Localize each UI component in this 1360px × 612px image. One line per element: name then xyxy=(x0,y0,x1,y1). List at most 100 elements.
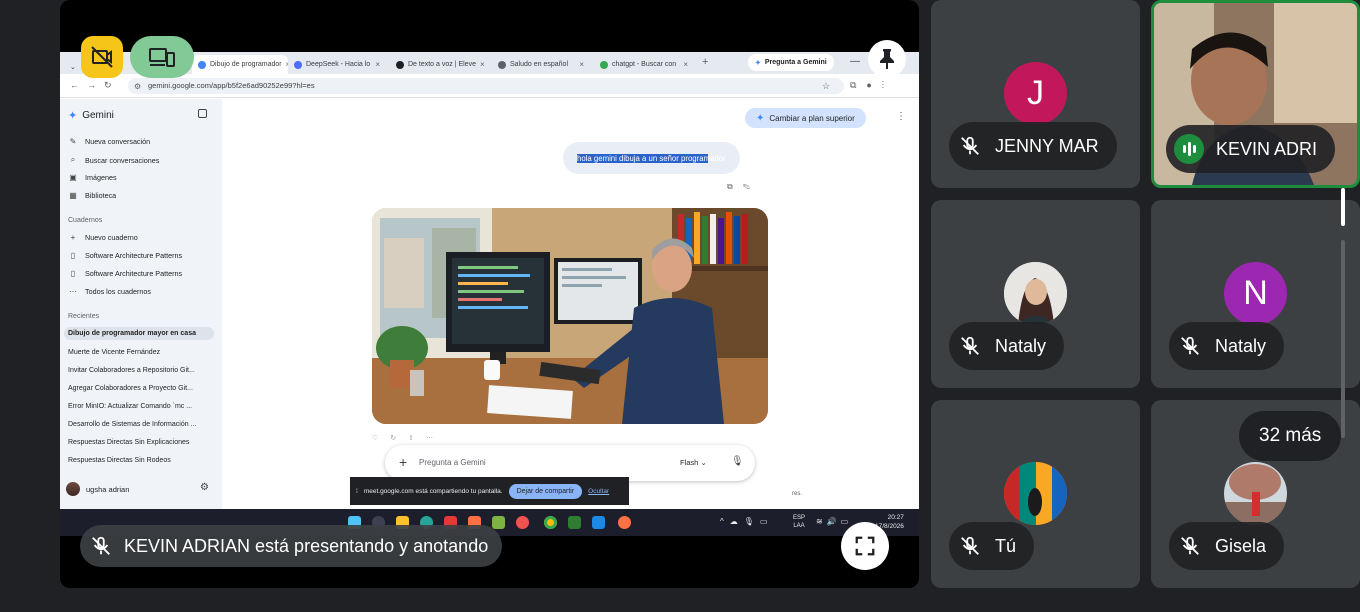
close-icon[interactable]: × xyxy=(480,60,485,69)
drag-handle-icon[interactable]: ⁞ xyxy=(356,488,358,495)
tab-label: De texto a voz | Eleve xyxy=(408,61,476,68)
app-icon[interactable] xyxy=(492,516,505,529)
avatar: J xyxy=(1004,62,1067,125)
google-favicon-icon xyxy=(600,60,608,69)
search-icon: ⌕ xyxy=(70,155,76,164)
gemini-brand-label: Gemini xyxy=(82,110,114,121)
avatar xyxy=(1004,462,1067,525)
model-label: Flash xyxy=(680,458,699,467)
tab-chatgpt-search[interactable]: chatgpt - Buscar con × xyxy=(594,55,694,74)
annotation-off-button[interactable] xyxy=(81,36,123,78)
recent-chat-item[interactable]: Invitar Colaboradores a Repositorio Git.… xyxy=(68,367,195,374)
sidebar-item-label: Nuevo cuaderno xyxy=(85,233,138,242)
disclaimer-text: res. xyxy=(792,491,803,497)
tab-label: Saludo en español xyxy=(510,61,568,68)
app-icon[interactable] xyxy=(618,516,631,529)
mic-off-icon xyxy=(957,533,983,559)
prompt-placeholder[interactable]: Pregunta a Gemini xyxy=(419,458,486,467)
url-field[interactable]: gemini.google.com/app/b5f2e6ad90252e99?h… xyxy=(128,78,844,94)
participant-tile-nataly-2[interactable]: N Nataly xyxy=(1151,200,1360,388)
language-indicator[interactable]: ESP LAA xyxy=(793,514,805,530)
vscode-icon[interactable] xyxy=(592,516,605,529)
participant-name-pill: Nataly xyxy=(1169,322,1285,370)
user-prompt-bubble[interactable]: hola gemini dibuja a un señor programado… xyxy=(563,142,740,174)
sidebar-item-notebook[interactable]: ▯ Software Architecture Patterns xyxy=(68,251,182,260)
sparkle-icon: ✦ xyxy=(756,112,765,124)
devices-button[interactable] xyxy=(130,36,194,78)
recent-chat-item[interactable]: Desarrollo de Sistemas de Información ..… xyxy=(68,421,196,428)
copy-edit-icon[interactable]: ⧉✎ xyxy=(727,182,760,192)
pin-button[interactable] xyxy=(868,40,906,78)
participant-tile-kevin[interactable]: KEVIN ADRI xyxy=(1151,0,1360,188)
sidebar-item-notebook[interactable]: ▯ Software Architecture Patterns xyxy=(68,269,182,278)
close-icon[interactable]: × xyxy=(683,60,688,69)
sidebar-user[interactable]: ugsha adrian xyxy=(66,482,129,496)
participant-name-pill: KEVIN ADRI xyxy=(1166,125,1336,173)
presenting-text: KEVIN ADRIAN está presentando y anotando xyxy=(124,535,489,556)
close-icon[interactable]: × xyxy=(375,60,380,69)
participant-tile-you[interactable]: Tú xyxy=(931,400,1140,588)
sidebar-item-new-chat[interactable]: ✎ Nueva conversación xyxy=(68,137,150,146)
recent-chat-item[interactable]: Respuestas Directas Sin Rodeos xyxy=(68,457,171,464)
nav-buttons-icon[interactable]: ←→↻ xyxy=(70,80,120,91)
tab-saludo[interactable]: Saludo en español × xyxy=(492,55,590,74)
system-tray-icon[interactable]: ^☁🎙▭ xyxy=(720,517,773,526)
recent-chat-item[interactable]: Error MinIO: Actualizar Comando `mc ... xyxy=(68,403,192,410)
user-prompt-text[interactable]: hola gemini dibuja a un señor programado… xyxy=(577,153,726,163)
clock-time: 20:27 xyxy=(887,514,904,521)
gear-icon[interactable]: ⚙ xyxy=(200,482,209,493)
fullscreen-button[interactable] xyxy=(841,522,889,570)
gemini-logo[interactable]: ✦ Gemini xyxy=(68,109,114,122)
no-camera-icon xyxy=(91,46,113,68)
shared-screen: ⌄ Dibujo de programador × DeepSeek - Hac… xyxy=(60,52,919,536)
generated-programmer-image[interactable] xyxy=(372,208,768,424)
participant-tile-jenny[interactable]: J JENNY MAR xyxy=(931,0,1140,188)
sidebar-item-new-notebook[interactable]: + Nuevo cuaderno xyxy=(68,233,138,242)
sidebar-toggle-icon[interactable] xyxy=(198,109,207,118)
sidebar-item-images[interactable]: ▣ Imágenes xyxy=(68,173,117,182)
presentation-tile[interactable]: ⌄ Dibujo de programador × DeepSeek - Hac… xyxy=(60,0,919,588)
sidebar-item-all-notebooks[interactable]: ⋯ Todos los cuadernos xyxy=(68,287,151,296)
response-actions-icon[interactable]: ♡↻⇪⋯ xyxy=(372,434,445,442)
plus-icon[interactable]: + xyxy=(399,454,407,470)
extensions-icon[interactable]: ⧉●⋮ xyxy=(850,80,894,91)
microphone-icon[interactable]: 🎙 xyxy=(731,456,744,467)
recent-chat-item[interactable]: Dibujo de programador mayor en casa xyxy=(64,327,214,340)
participant-tile-nataly[interactable]: Nataly xyxy=(931,200,1140,388)
close-icon[interactable]: × xyxy=(579,60,584,69)
sidebar-item-library[interactable]: ▦ Biblioteca xyxy=(68,191,116,200)
deepseek-favicon-icon xyxy=(294,60,302,69)
tab-elevenlabs[interactable]: De texto a voz | Eleve × xyxy=(390,55,488,74)
site-info-icon[interactable]: ⚙ xyxy=(134,82,141,91)
tab-deepseek[interactable]: DeepSeek - Hacia lo × xyxy=(288,55,386,74)
participants-scrollbar[interactable] xyxy=(1341,188,1345,438)
recent-chat-item[interactable]: Muerte de Vicente Fernández xyxy=(68,349,160,356)
recents-heading: Recientes xyxy=(68,313,100,320)
chatgpt-favicon-icon xyxy=(498,60,506,69)
tab-gemini-dibujo[interactable]: Dibujo de programador × xyxy=(192,55,288,74)
network-volume-battery-icon[interactable]: ≋🔊▭ xyxy=(816,517,852,526)
model-selector[interactable]: Flash ⌄ xyxy=(680,458,707,467)
bookmark-star-icon[interactable]: ☆ xyxy=(822,81,830,92)
sidebar-item-label: Imágenes xyxy=(85,173,117,182)
gemini-chat-area: ✦ Cambiar a plan superior ⋮ hola gemini … xyxy=(222,99,919,509)
chrome-icon[interactable] xyxy=(544,516,557,529)
app-icon[interactable] xyxy=(516,516,529,529)
more-vertical-icon[interactable]: ⋮ xyxy=(896,111,906,122)
participant-name-pill: Nataly xyxy=(949,322,1065,370)
hide-notice-link[interactable]: Ocultar xyxy=(588,488,609,495)
sidebar-item-search[interactable]: ⌕ Buscar conversaciones xyxy=(68,155,160,165)
prompt-input[interactable]: + Pregunta a Gemini Flash ⌄ 🎙 xyxy=(385,445,755,481)
notebook-icon: ▯ xyxy=(70,251,76,260)
excel-icon[interactable] xyxy=(568,516,581,529)
ask-gemini-button[interactable]: ✦ Pregunta a Gemini xyxy=(748,54,834,71)
screen-share-notice: ⁞ meet.google.com está compartiendo tu p… xyxy=(350,477,629,505)
mic-off-icon xyxy=(957,133,983,159)
new-tab-icon[interactable]: + xyxy=(702,56,708,68)
sidebar-item-label: Todos los cuadernos xyxy=(85,287,151,296)
recent-chat-item[interactable]: Agregar Colaboradores a Proyecto Git... xyxy=(68,385,193,392)
more-participants-button[interactable]: 32 más xyxy=(1239,411,1342,461)
upgrade-plan-button[interactable]: ✦ Cambiar a plan superior xyxy=(745,108,866,128)
recent-chat-item[interactable]: Respuestas Directas Sin Explicaciones xyxy=(68,439,189,446)
stop-sharing-button[interactable]: Dejar de compartir xyxy=(508,483,583,499)
